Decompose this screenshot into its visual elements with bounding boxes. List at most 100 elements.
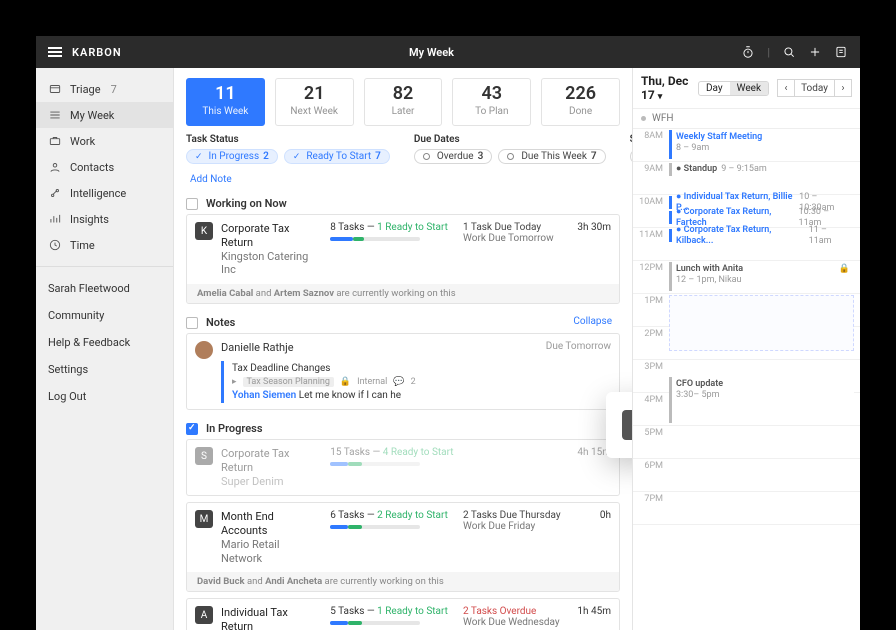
time-icon bbox=[48, 238, 62, 252]
week-card-to-plan[interactable]: 43To Plan bbox=[452, 78, 531, 126]
card-title: Month End Accounts bbox=[221, 510, 322, 538]
calendar-event[interactable]: ● Corporate Tax Return, Fartech10:30 – 1… bbox=[669, 211, 854, 224]
sidebar-item-work[interactable]: Work bbox=[36, 128, 173, 154]
myweek-icon bbox=[48, 108, 62, 122]
week-card-done[interactable]: 226Done bbox=[541, 78, 620, 126]
calendar-event[interactable]: ● Corporate Tax Return, Kilback...11 – 1… bbox=[669, 229, 854, 242]
hover-card: S Corporate Tax Return Super Denim bbox=[606, 392, 632, 458]
avatar: S bbox=[622, 410, 632, 440]
due-line2: Work Due Friday bbox=[463, 521, 564, 532]
mention[interactable]: Yohan Siemen bbox=[232, 390, 296, 401]
hour-label: 3PM bbox=[633, 360, 667, 392]
card-title: Corporate Tax Return bbox=[221, 222, 322, 250]
top-bar: KARBON My Week | bbox=[36, 36, 860, 68]
hour-label: 11AM bbox=[633, 228, 667, 260]
work-card[interactable]: M Month End AccountsMario Retail Network… bbox=[186, 502, 620, 592]
note-icon[interactable] bbox=[834, 45, 848, 59]
avatar: S bbox=[195, 447, 213, 465]
view-toggle[interactable]: Day Week bbox=[698, 81, 769, 96]
due-line2: Work Due Wednesday bbox=[463, 617, 564, 628]
duration: 1h 45m bbox=[572, 606, 611, 617]
calendar-event[interactable]: CFO update3:30– 5pm bbox=[669, 377, 854, 423]
search-icon[interactable] bbox=[782, 45, 796, 59]
contacts-icon bbox=[48, 160, 62, 174]
hour-label: 5PM bbox=[633, 426, 667, 458]
due-line1: 2 Tasks Due Thursday bbox=[463, 510, 564, 521]
work-card[interactable]: A Individual Tax ReturnAbigail Silvers 5… bbox=[186, 598, 620, 630]
sidebar-item-triage[interactable]: Triage 7 bbox=[36, 76, 173, 102]
section-checkbox[interactable] bbox=[186, 198, 198, 210]
menu-icon[interactable] bbox=[48, 47, 62, 57]
sidebar-item-contacts[interactable]: Contacts bbox=[36, 154, 173, 180]
hour-label: 10AM bbox=[633, 195, 667, 227]
filter-pill[interactable]: Ready To Start 7 bbox=[284, 149, 390, 164]
filter-head-due-dates: Due Dates bbox=[414, 134, 606, 145]
card-subtext: Amelia Cabal and Artem Saznov are curren… bbox=[187, 284, 619, 303]
today-button[interactable]: Today bbox=[795, 79, 834, 97]
work-card[interactable]: S Corporate Tax ReturnSuper Denim 15 Tas… bbox=[186, 439, 620, 496]
week-card-count: 43 bbox=[453, 85, 530, 103]
avatar: A bbox=[195, 606, 213, 624]
sidebar-link-log-out[interactable]: Log Out bbox=[36, 383, 173, 410]
section-checkbox[interactable] bbox=[186, 317, 198, 329]
collapse-button[interactable]: Collapse bbox=[573, 316, 616, 327]
calendar-event[interactable]: 🔒Lunch with Anita12 – 1pm, Nikau bbox=[669, 262, 854, 291]
seg-week[interactable]: Week bbox=[730, 82, 768, 95]
ready-count: 1 Ready to Start bbox=[377, 222, 448, 233]
calendar-event[interactable]: Weekly Staff Meeting8 – 9am bbox=[669, 130, 854, 159]
duration: 3h 30m bbox=[572, 222, 611, 233]
add-note-button[interactable]: Add Note bbox=[186, 168, 620, 191]
sidebar-link-settings[interactable]: Settings bbox=[36, 356, 173, 383]
hour-label: 1PM bbox=[633, 294, 667, 326]
next-button[interactable]: › bbox=[834, 79, 852, 97]
week-card-count: 21 bbox=[276, 85, 353, 103]
section-checkbox[interactable] bbox=[186, 423, 198, 435]
week-card-label: This Week bbox=[187, 106, 264, 117]
allday-event[interactable]: WFH bbox=[633, 108, 860, 129]
section-title-in-progress: In Progress bbox=[206, 422, 262, 435]
due-line2: Work Due Tomorrow bbox=[463, 233, 564, 244]
calendar-panel: Thu, Dec 17 ▾ Day Week ‹ Today › WFH 8AM… bbox=[632, 68, 860, 630]
plus-icon[interactable] bbox=[808, 45, 822, 59]
tasks-count: 6 Tasks — bbox=[330, 510, 377, 521]
filter-pill[interactable]: In Progress 2 bbox=[186, 149, 278, 164]
sidebar-link-community[interactable]: Community bbox=[36, 302, 173, 329]
week-tabs: 11This Week21Next Week82Later43To Plan22… bbox=[186, 78, 620, 126]
note-due: Due Tomorrow bbox=[546, 341, 611, 352]
hour-label: 2PM bbox=[633, 327, 667, 359]
sidebar-item-time[interactable]: Time bbox=[36, 232, 173, 258]
work-card[interactable]: K Corporate Tax Return Kingston Catering… bbox=[186, 214, 620, 304]
hour-label: 8AM bbox=[633, 129, 667, 161]
card-subtext: David Buck and Andi Ancheta are currentl… bbox=[187, 572, 619, 591]
ready-count: 1 Ready to Start bbox=[377, 606, 448, 617]
week-card-this-week[interactable]: 11This Week bbox=[186, 78, 265, 126]
calendar-date[interactable]: Thu, Dec 17 ▾ bbox=[641, 74, 694, 102]
sidebar-item-count: 7 bbox=[111, 83, 117, 96]
sidebar-item-intelligence[interactable]: Intelligence bbox=[36, 180, 173, 206]
intelligence-icon bbox=[48, 186, 62, 200]
note-card[interactable]: Danielle Rathje Due Tomorrow Tax Deadlin… bbox=[186, 333, 620, 410]
filter-pill[interactable]: Overdue 3 bbox=[414, 149, 492, 164]
sidebar-link-help-feedback[interactable]: Help & Feedback bbox=[36, 329, 173, 356]
note-comments: 2 bbox=[411, 377, 416, 387]
sidebar-item-label: Intelligence bbox=[70, 187, 126, 200]
calendar-event[interactable]: ● Standup9 – 9:15am bbox=[669, 163, 854, 176]
note-tag[interactable]: Tax Season Planning bbox=[243, 377, 334, 387]
sidebar-item-label: Insights bbox=[70, 213, 109, 226]
sidebar-item-my-week[interactable]: My Week bbox=[36, 102, 173, 128]
sidebar-item-insights[interactable]: Insights bbox=[36, 206, 173, 232]
sidebar-link-sarah-fleetwood[interactable]: Sarah Fleetwood bbox=[36, 275, 173, 302]
card-subtitle: Kingston Catering Inc bbox=[221, 250, 322, 278]
seg-day[interactable]: Day bbox=[699, 82, 730, 95]
triage-icon bbox=[48, 82, 62, 96]
week-card-count: 226 bbox=[542, 85, 619, 103]
hour-label: 4PM bbox=[633, 393, 667, 425]
avatar bbox=[195, 341, 213, 359]
week-card-next-week[interactable]: 21Next Week bbox=[275, 78, 354, 126]
timer-icon[interactable] bbox=[741, 45, 755, 59]
note-author: Danielle Rathje bbox=[221, 341, 311, 354]
week-card-later[interactable]: 82Later bbox=[364, 78, 443, 126]
prev-button[interactable]: ‹ bbox=[777, 79, 795, 97]
tasks-count: 8 Tasks — bbox=[330, 222, 377, 233]
filter-pill[interactable]: Due This Week 7 bbox=[498, 149, 605, 164]
